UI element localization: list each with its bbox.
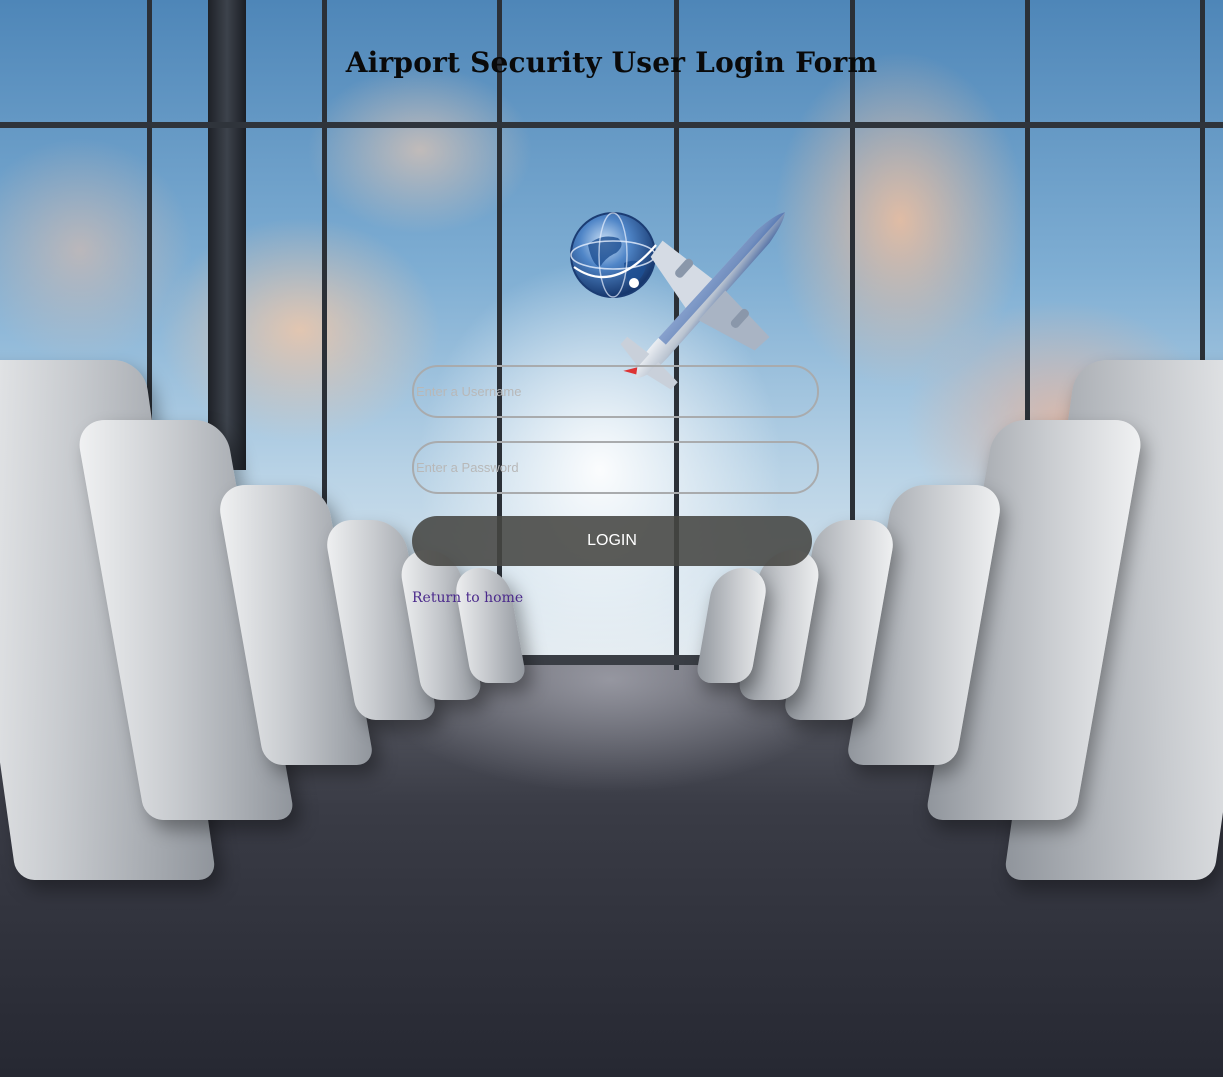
page-title: Airport Security User Login Form — [345, 46, 878, 79]
globe-airplane-logo-icon — [570, 212, 785, 390]
username-input[interactable] — [412, 365, 819, 418]
window-frame — [497, 0, 502, 670]
password-input[interactable] — [412, 441, 819, 494]
return-home-link[interactable]: Return to home — [412, 590, 523, 606]
window-frame — [0, 122, 1223, 128]
login-button[interactable]: LOGIN — [412, 516, 812, 566]
